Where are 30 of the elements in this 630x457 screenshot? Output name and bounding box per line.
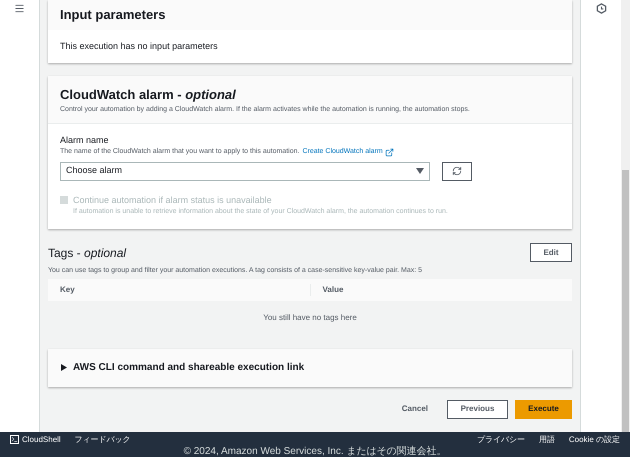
previous-button[interactable]: Previous (447, 400, 508, 418)
cli-expander[interactable]: AWS CLI command and shareable execution link (48, 348, 572, 386)
footer-link[interactable]: CloudShell (10, 434, 61, 446)
footer-link[interactable]: フィードバック (74, 434, 131, 446)
cancel-button[interactable]: Cancel (390, 400, 440, 418)
execute-button[interactable]: Execute (515, 400, 572, 418)
column-header: Value (322, 284, 344, 296)
menu-icon[interactable] (14, 3, 25, 14)
field-label: Alarm name (60, 135, 110, 146)
empty-message: You still have no tags here (263, 312, 357, 324)
clock-icon[interactable] (596, 3, 606, 14)
card-title: Input parameters (60, 6, 166, 24)
refresh-icon (452, 166, 462, 176)
alarm-select[interactable]: Choose alarm (60, 162, 430, 180)
column-header: Key (60, 284, 75, 296)
section-title: Tags - optional (48, 246, 126, 260)
caret-icon (61, 364, 67, 371)
external-link-icon (384, 148, 394, 157)
refresh-button[interactable] (442, 162, 472, 180)
checkbox-label: Continue automation if alarm status is unavailable (73, 194, 273, 206)
footer-link[interactable]: 用語 (538, 434, 555, 446)
dropdown-caret-icon (416, 168, 424, 174)
edit-button[interactable]: Edit (530, 243, 572, 262)
footer-link[interactable]: プライバシー (476, 434, 525, 446)
footer-link[interactable]: Cookie の設定 (568, 434, 620, 446)
terminal-icon (10, 435, 19, 444)
card-title: CloudWatch alarm - optional (60, 87, 237, 103)
copyright-text: © 2024, Amazon Web Services, Inc. またはその関連会社。 (184, 447, 446, 457)
info-text: This execution has no input parameters (60, 40, 218, 53)
scrollbar-thumb[interactable] (622, 170, 629, 432)
